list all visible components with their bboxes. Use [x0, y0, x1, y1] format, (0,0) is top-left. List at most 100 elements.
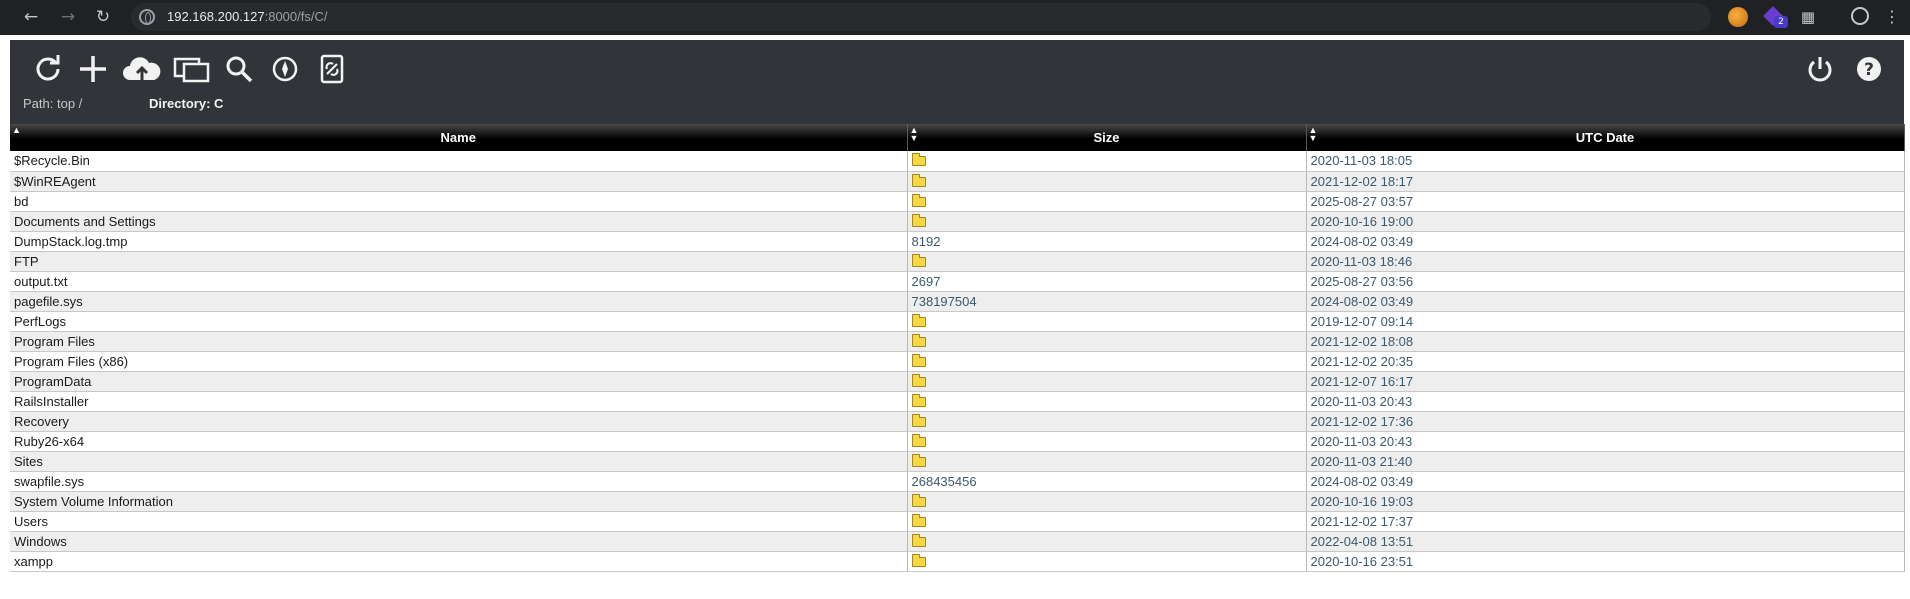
address-bar[interactable]: 192.168.200.127:8000/fs/C/ [131, 3, 1711, 31]
folder-icon[interactable] [911, 173, 926, 187]
file-name-cell[interactable]: Windows [10, 531, 908, 552]
browser-menu-icon[interactable]: ⋮ [1882, 7, 1902, 27]
table-row[interactable]: output.txt 2697 2025-08-27 03:56 [10, 271, 1905, 292]
table-row[interactable]: swapfile.sys 268435456 2024-08-02 03:49 [10, 471, 1905, 492]
table-row[interactable]: RailsInstaller 2020-11-03 20:43 [10, 391, 1905, 412]
reload-icon[interactable]: ↻ [91, 5, 115, 29]
folder-icon[interactable] [911, 413, 926, 427]
path-value[interactable]: top / [57, 96, 82, 111]
folder-icon[interactable] [911, 353, 926, 367]
table-row[interactable]: System Volume Information 2020-10-16 19:0… [10, 491, 1905, 512]
table-row[interactable]: ProgramData 2021-12-07 16:17 [10, 371, 1905, 392]
folder-icon[interactable] [911, 213, 926, 227]
column-header-date-label: UTC Date [1575, 130, 1635, 145]
file-name-cell[interactable]: Ruby26-x64 [10, 431, 908, 452]
file-name-cell[interactable]: System Volume Information [10, 491, 908, 512]
folder-icon[interactable] [911, 393, 926, 407]
file-manager-toolbar: ? Path: top / Directory: C [10, 40, 1904, 124]
file-date-cell: 2025-08-27 03:56 [1306, 271, 1905, 292]
table-row[interactable]: Sites 2020-11-03 21:40 [10, 451, 1905, 472]
table-row[interactable]: Program Files 2021-12-02 18:08 [10, 331, 1905, 352]
path-indicator: Path: top / [23, 96, 82, 111]
file-name-cell[interactable]: Sites [10, 451, 908, 472]
folder-icon[interactable] [911, 553, 926, 567]
file-date-cell: 2024-08-02 03:49 [1306, 231, 1905, 252]
folder-icon[interactable] [911, 533, 926, 547]
back-arrow-icon[interactable]: ← [19, 5, 43, 29]
table-row[interactable]: Users 2021-12-02 17:37 [10, 511, 1905, 532]
folder-icon[interactable] [911, 313, 926, 327]
file-date-cell: 2020-10-16 23:51 [1306, 551, 1905, 572]
add-icon[interactable] [77, 54, 109, 84]
table-row[interactable]: xampp 2020-10-16 23:51 [10, 551, 1905, 572]
file-name-cell[interactable]: bd [10, 191, 908, 212]
folder-icon[interactable] [911, 153, 926, 167]
file-size-cell [907, 171, 1307, 192]
table-row[interactable]: $WinREAgent 2021-12-02 18:17 [10, 171, 1905, 192]
table-row[interactable]: FTP 2020-11-03 18:46 [10, 251, 1905, 272]
file-date-cell: 2020-11-03 18:05 [1306, 151, 1905, 172]
file-size-cell [907, 531, 1307, 552]
file-name-cell[interactable]: Documents and Settings [10, 211, 908, 232]
table-row[interactable]: $Recycle.Bin 2020-11-03 18:05 [10, 151, 1905, 172]
table-row[interactable]: Ruby26-x64 2020-11-03 20:43 [10, 431, 1905, 452]
file-size-cell: 738197504 [907, 291, 1307, 312]
windows-icon[interactable] [172, 54, 212, 84]
folder-icon[interactable] [911, 253, 926, 267]
file-date-cell: 2020-10-16 19:03 [1306, 491, 1905, 512]
file-name-cell[interactable]: ProgramData [10, 371, 908, 392]
site-info-icon[interactable] [139, 9, 155, 25]
column-header-size[interactable]: ▲ ▼ Size [907, 124, 1307, 151]
table-row[interactable]: PerfLogs 2019-12-07 09:14 [10, 311, 1905, 332]
file-name-cell[interactable]: swapfile.sys [10, 471, 908, 492]
file-name-cell[interactable]: output.txt [10, 271, 908, 292]
file-name-cell[interactable]: $Recycle.Bin [10, 151, 908, 172]
file-name-cell[interactable]: Recovery [10, 411, 908, 432]
file-name-cell[interactable]: Users [10, 511, 908, 532]
file-name-cell[interactable]: pagefile.sys [10, 291, 908, 312]
file-name-cell[interactable]: PerfLogs [10, 311, 908, 332]
refresh-icon[interactable] [32, 54, 64, 84]
file-size-cell [907, 511, 1307, 532]
folder-icon[interactable] [911, 373, 926, 387]
table-row[interactable]: Recovery 2021-12-02 17:36 [10, 411, 1905, 432]
profile-avatar-icon[interactable] [1851, 7, 1869, 25]
file-date-cell: 2021-12-02 17:37 [1306, 511, 1905, 532]
table-row[interactable]: Program Files (x86) 2021-12-02 20:35 [10, 351, 1905, 372]
file-name-cell[interactable]: RailsInstaller [10, 391, 908, 412]
table-row[interactable]: bd 2025-08-27 03:57 [10, 191, 1905, 212]
link-icon[interactable] [316, 54, 348, 84]
extension-gem-icon[interactable]: 2 [1763, 6, 1788, 28]
search-icon[interactable] [223, 54, 255, 84]
file-name-cell[interactable]: Program Files (x86) [10, 351, 908, 372]
folder-icon[interactable] [911, 333, 926, 347]
extensions-puzzle-icon[interactable]: ▦ [1798, 7, 1818, 27]
compass-icon[interactable] [269, 54, 301, 84]
upload-cloud-icon[interactable] [122, 54, 162, 84]
folder-icon[interactable] [911, 493, 926, 507]
folder-icon[interactable] [911, 433, 926, 447]
file-name-cell[interactable]: xampp [10, 551, 908, 572]
folder-icon[interactable] [911, 513, 926, 527]
folder-icon[interactable] [911, 193, 926, 207]
table-row[interactable]: Documents and Settings 2020-10-16 19:00 [10, 211, 1905, 232]
extension-cookie-icon[interactable] [1728, 7, 1748, 27]
url-text[interactable]: 192.168.200.127:8000/fs/C/ [167, 9, 327, 24]
sort-both-icon: ▲ ▼ [1308, 125, 1318, 143]
table-row[interactable]: DumpStack.log.tmp 8192 2024-08-02 03:49 [10, 231, 1905, 252]
power-icon[interactable] [1804, 54, 1836, 84]
table-row[interactable]: pagefile.sys 738197504 2024-08-02 03:49 [10, 291, 1905, 312]
file-name-cell[interactable]: Program Files [10, 331, 908, 352]
forward-arrow-icon[interactable]: → [56, 5, 80, 29]
file-date-cell: 2021-12-02 17:36 [1306, 411, 1905, 432]
file-size-cell [907, 411, 1307, 432]
file-name-cell[interactable]: $WinREAgent [10, 171, 908, 192]
folder-icon[interactable] [911, 453, 926, 467]
file-name-cell[interactable]: FTP [10, 251, 908, 272]
help-icon[interactable]: ? [1853, 54, 1885, 84]
table-row[interactable]: Windows 2022-04-08 13:51 [10, 531, 1905, 552]
file-size-cell [907, 211, 1307, 232]
column-header-name[interactable]: ▲ Name [10, 124, 908, 151]
column-header-date[interactable]: ▲ ▼ UTC Date [1306, 124, 1905, 151]
file-name-cell[interactable]: DumpStack.log.tmp [10, 231, 908, 252]
